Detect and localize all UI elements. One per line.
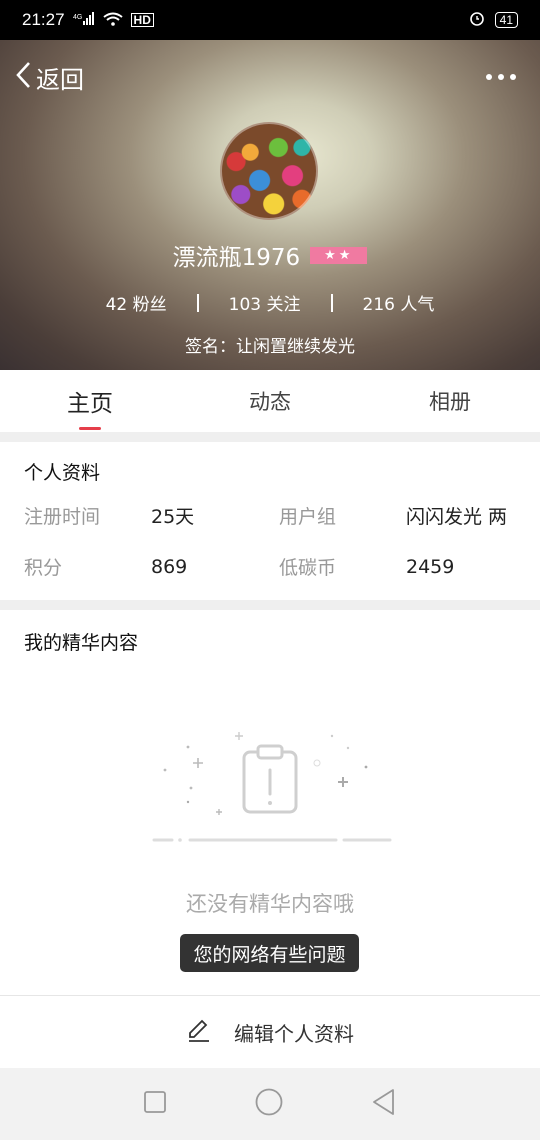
info-label: 注册时间 bbox=[24, 506, 101, 528]
featured-title: 我的精华内容 bbox=[24, 632, 139, 654]
stats-row: 42 粉丝 103 关注 216 人气 bbox=[0, 290, 540, 315]
profile-tabs: 主页 动态 相册 bbox=[0, 370, 540, 432]
empty-clipboard-icon bbox=[150, 720, 395, 850]
personal-info-title: 个人资料 bbox=[24, 462, 101, 484]
back-triangle-icon[interactable] bbox=[371, 1088, 397, 1120]
chevron-left-icon bbox=[14, 60, 32, 94]
alarm-icon bbox=[469, 10, 485, 31]
hd-icon: HD bbox=[130, 13, 154, 27]
edit-profile-label: 编辑个人资料 bbox=[234, 1021, 354, 1046]
info-row: 注册时间 25天 用户组 闪闪发光 两 bbox=[24, 490, 534, 541]
username: 漂流瓶1976 bbox=[172, 245, 301, 271]
level-badge: ★★ bbox=[310, 246, 368, 264]
info-value: 2459 bbox=[406, 555, 455, 578]
avatar[interactable] bbox=[220, 122, 318, 220]
tab-activity[interactable]: 动态 bbox=[180, 370, 360, 432]
battery-icon: 41 bbox=[494, 12, 518, 28]
network-error-toast: 您的网络有些问题 bbox=[180, 934, 359, 972]
edit-profile-button[interactable]: 编辑个人资料 bbox=[0, 995, 540, 1068]
tab-album[interactable]: 相册 bbox=[360, 370, 540, 432]
info-label: 低碳币 bbox=[279, 557, 337, 579]
info-value: 闪闪发光 两 bbox=[406, 506, 508, 528]
status-time: 21:27 bbox=[22, 10, 65, 29]
more-dots-icon[interactable] bbox=[486, 74, 526, 80]
section-gap bbox=[0, 600, 540, 610]
status-bar: 21:27 4G HD 41 bbox=[0, 0, 540, 40]
network-type-label: 4G bbox=[73, 14, 82, 21]
info-value: 25天 bbox=[151, 506, 195, 528]
popularity-count: 216 人气 bbox=[362, 295, 435, 315]
follow-count[interactable]: 103 关注 bbox=[199, 290, 331, 315]
system-nav-bar bbox=[0, 1068, 540, 1140]
back-button[interactable]: 返回 bbox=[14, 60, 84, 95]
profile-header: 返回 漂流瓶1976 ★★ 42 粉丝 103 关注 216 人气 签名：让闲置… bbox=[0, 40, 540, 370]
section-gap bbox=[0, 432, 540, 442]
signature: 签名：让闲置继续发光 bbox=[185, 337, 355, 357]
empty-state-text: 还没有精华内容哦 bbox=[186, 892, 354, 916]
info-value: 869 bbox=[151, 555, 188, 578]
recent-apps-icon[interactable] bbox=[143, 1090, 167, 1118]
top-nav: 返回 bbox=[0, 40, 540, 114]
wifi-icon bbox=[102, 12, 123, 29]
tab-home[interactable]: 主页 bbox=[0, 370, 180, 432]
pencil-icon bbox=[186, 1017, 212, 1048]
name-row: 漂流瓶1976 ★★ bbox=[0, 238, 540, 272]
signal-icon: 4G bbox=[73, 11, 95, 29]
back-label: 返回 bbox=[36, 65, 84, 94]
fans-count[interactable]: 42 粉丝 bbox=[76, 290, 197, 315]
personal-info-grid: 注册时间 25天 用户组 闪闪发光 两 积分 869 低碳币 2459 bbox=[24, 490, 534, 592]
home-icon[interactable] bbox=[254, 1087, 284, 1121]
info-label: 积分 bbox=[24, 557, 63, 579]
info-row: 积分 869 低碳币 2459 bbox=[24, 541, 534, 592]
info-label: 用户组 bbox=[279, 506, 337, 528]
